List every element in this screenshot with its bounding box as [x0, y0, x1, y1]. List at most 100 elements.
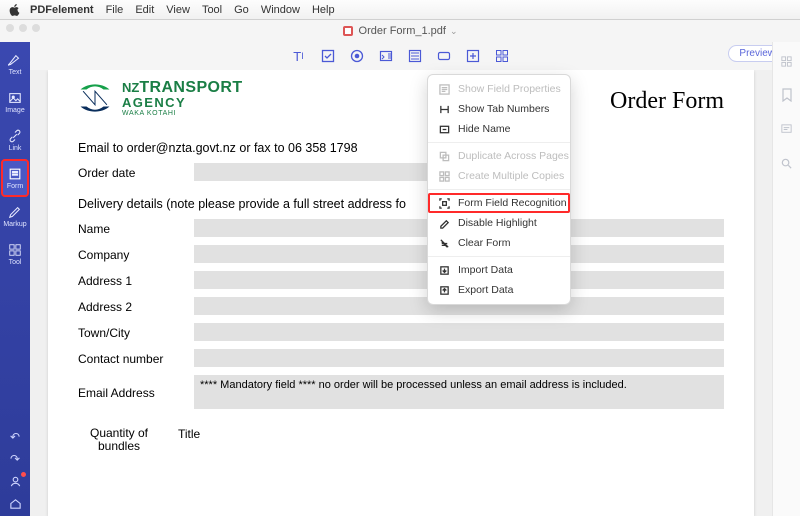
sidebar-label: Image	[5, 107, 24, 114]
search-icon[interactable]	[780, 156, 794, 170]
menu-item-label: Clear Form	[458, 237, 511, 249]
menu-item-import-data[interactable]: Import Data	[428, 260, 570, 280]
menu-item-clear-form[interactable]: Clear Form	[428, 233, 570, 253]
towncity-field[interactable]	[194, 323, 724, 341]
menu-item-form-field-recognition[interactable]: Form Field Recognition	[428, 193, 570, 213]
order-date-field[interactable]	[194, 163, 434, 181]
email-fax-line: Email to order@nzta.govt.nz or fax to 06…	[78, 141, 724, 155]
close-dot[interactable]	[6, 24, 14, 32]
button-tool[interactable]	[430, 45, 458, 67]
menu-item-label: Show Field Properties	[458, 83, 561, 95]
right-sidebar	[772, 42, 800, 516]
sidebar-label: Tool	[9, 259, 22, 266]
chevron-down-icon[interactable]: ⌄	[450, 26, 458, 37]
delivery-heading: Delivery details (note please provide a …	[78, 197, 724, 211]
app-name[interactable]: PDFelement	[30, 4, 94, 16]
contact-field[interactable]	[194, 349, 724, 367]
sidebar-item-text[interactable]: Text	[2, 46, 28, 82]
home-icon[interactable]	[8, 496, 22, 510]
menu-item-label: Show Tab Numbers	[458, 103, 549, 115]
email-field[interactable]: **** Mandatory field **** no order will …	[194, 375, 724, 409]
mandatory-note: **** Mandatory field **** no order will …	[194, 375, 633, 395]
qty-col2: Title	[178, 427, 200, 453]
order-date-label: Order date	[78, 163, 180, 180]
export-icon	[438, 284, 450, 296]
sidebar-item-link[interactable]: Link	[2, 122, 28, 158]
document-title[interactable]: Order Form_1.pdf	[359, 25, 446, 37]
zoom-dot[interactable]	[32, 24, 40, 32]
order-date-row: Order date	[78, 163, 724, 181]
combobox-tool[interactable]	[372, 45, 400, 67]
bookmark-icon[interactable]	[780, 88, 794, 102]
menu-item-label: Export Data	[458, 284, 513, 296]
menu-item-duplicate-across-pages: Duplicate Across Pages	[428, 146, 570, 166]
field-label: Town/City	[78, 323, 180, 340]
page-title: Order Form	[610, 88, 724, 115]
duplicate-icon	[438, 150, 450, 162]
text-field-tool[interactable]: TI	[285, 45, 313, 67]
tab-numbers-icon	[438, 103, 450, 115]
clear-icon	[438, 237, 450, 249]
left-sidebar: Text Image Link Form Markup Tool ↶ ↷	[0, 42, 30, 516]
menu-view[interactable]: View	[166, 4, 190, 16]
menu-go[interactable]: Go	[234, 4, 249, 16]
menu-item-label: Disable Highlight	[458, 217, 537, 229]
logo-text: NZTRANSPORT AGENCY WAKA KOTAHI	[122, 80, 243, 117]
menu-separator	[428, 256, 570, 257]
menu-item-label: Hide Name	[458, 123, 511, 135]
minimize-dot[interactable]	[19, 24, 27, 32]
titlebar: Order Form_1.pdf ⌄	[0, 20, 800, 42]
hide-name-icon	[438, 123, 450, 135]
field-label: Address 1	[78, 271, 180, 288]
pdf-page: Order Form NZTRANSPORT AGENCY WAKA KOTAH…	[48, 70, 754, 516]
highlight-icon	[438, 217, 450, 229]
field-label: Contact number	[78, 349, 180, 366]
field-label: Company	[78, 245, 180, 262]
undo-icon[interactable]: ↶	[8, 430, 22, 444]
menu-item-create-multiple-copies: Create Multiple Copies	[428, 166, 570, 186]
menu-item-show-field-properties: Show Field Properties	[428, 79, 570, 99]
menu-tool[interactable]: Tool	[202, 4, 222, 16]
menu-edit[interactable]: Edit	[135, 4, 154, 16]
sidebar-bottom: ↶ ↷	[8, 430, 22, 516]
sidebar-label: Markup	[3, 221, 26, 228]
menu-window[interactable]: Window	[261, 4, 300, 16]
form-toolbar: TI Preview	[0, 42, 800, 70]
signature-tool[interactable]	[459, 45, 487, 67]
redo-icon[interactable]: ↷	[8, 452, 22, 466]
more-tool[interactable]	[488, 45, 516, 67]
menu-item-disable-highlight[interactable]: Disable Highlight	[428, 213, 570, 233]
sidebar-item-form[interactable]: Form	[2, 160, 28, 196]
annotation-icon[interactable]	[780, 122, 794, 136]
canvas: Order Form NZTRANSPORT AGENCY WAKA KOTAH…	[30, 70, 772, 516]
menu-item-label: Create Multiple Copies	[458, 170, 564, 182]
radio-tool[interactable]	[343, 45, 371, 67]
menu-item-show-tab-numbers[interactable]: Show Tab Numbers	[428, 99, 570, 119]
sidebar-label: Text	[9, 69, 22, 76]
recognition-icon	[438, 197, 450, 209]
properties-icon	[438, 83, 450, 95]
checkbox-tool[interactable]	[314, 45, 342, 67]
copies-icon	[438, 170, 450, 182]
menu-item-label: Import Data	[458, 264, 513, 276]
menu-help[interactable]: Help	[312, 4, 335, 16]
sidebar-item-markup[interactable]: Markup	[2, 198, 28, 234]
menu-item-hide-name[interactable]: Hide Name	[428, 119, 570, 139]
thumbnails-icon[interactable]	[780, 54, 794, 68]
nzta-logo-icon	[78, 81, 112, 115]
qty-col1: Quantity of bundles	[78, 427, 160, 453]
sidebar-item-tool[interactable]: Tool	[2, 236, 28, 272]
field-label: Name	[78, 219, 180, 236]
context-menu: Show Field Properties Show Tab Numbers Hid…	[427, 74, 571, 305]
sidebar-item-image[interactable]: Image	[2, 84, 28, 120]
listbox-tool[interactable]	[401, 45, 429, 67]
apple-icon[interactable]	[6, 2, 22, 18]
menu-file[interactable]: File	[106, 4, 124, 16]
menu-separator	[428, 189, 570, 190]
mac-menubar: PDFelement File Edit View Tool Go Window…	[0, 0, 800, 20]
menu-item-export-data[interactable]: Export Data	[428, 280, 570, 300]
menu-separator	[428, 142, 570, 143]
user-icon[interactable]	[8, 474, 22, 488]
menu-item-label: Duplicate Across Pages	[458, 150, 569, 162]
field-label: Email Address	[78, 383, 180, 400]
